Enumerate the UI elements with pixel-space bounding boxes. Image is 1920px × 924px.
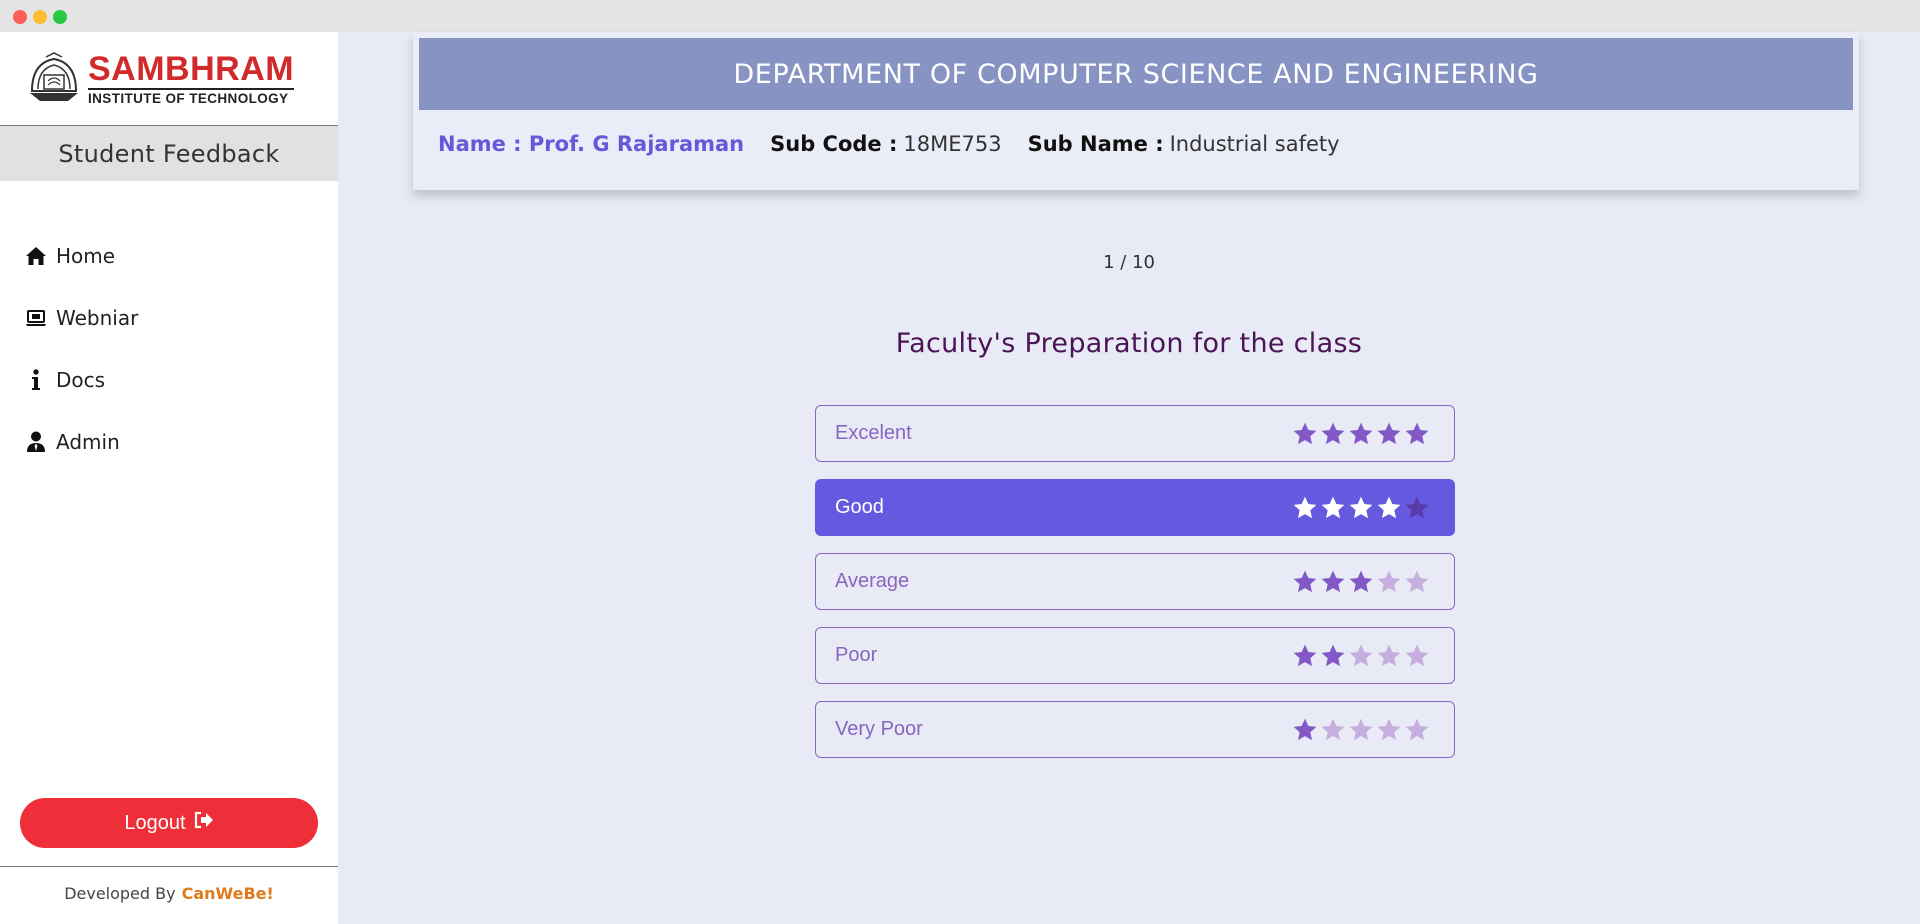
rating-option-average[interactable]: Average — [815, 553, 1455, 610]
rating-option-very-poor[interactable]: Very Poor — [815, 701, 1455, 758]
sub-name-label: Sub Name : — [1027, 132, 1164, 156]
star-filled-icon — [1321, 570, 1345, 592]
rating-option-label: Poor — [835, 644, 878, 666]
home-icon — [24, 244, 48, 268]
sub-name-value: Industrial safety — [1169, 132, 1340, 156]
subject-info-row: Name : Prof. G Rajaraman Sub Code : 18ME… — [438, 132, 1340, 156]
faculty-name: Name : Prof. G Rajaraman — [438, 132, 745, 156]
star-rating — [1292, 569, 1430, 595]
subject-header-card: DEPARTMENT OF COMPUTER SCIENCE AND ENGIN… — [413, 32, 1859, 190]
rating-option-label: Good — [835, 496, 884, 518]
star-filled-icon — [1405, 422, 1429, 444]
star-empty-icon — [1377, 570, 1401, 592]
rating-option-label: Very Poor — [835, 718, 923, 740]
star-filled-icon — [1377, 422, 1401, 444]
star-empty-icon — [1405, 496, 1429, 518]
question-text: Faculty's Preparation for the class — [895, 328, 1363, 359]
rating-option-label: Average — [835, 570, 910, 592]
star-filled-icon — [1377, 496, 1401, 518]
window-maximize-button[interactable] — [53, 10, 67, 24]
star-rating — [1292, 495, 1430, 521]
developer-credit: Developed By CanWeBe! — [0, 884, 338, 903]
star-empty-icon — [1321, 718, 1345, 740]
developer-brand-link[interactable]: CanWeBe! — [182, 884, 274, 903]
sidebar: SAMBHRAM INSTITUTE OF TECHNOLOGY Student… — [0, 32, 338, 924]
star-filled-icon — [1293, 718, 1317, 740]
logout-label: Logout — [124, 811, 186, 834]
rating-option-excelent[interactable]: Excelent — [815, 405, 1455, 462]
star-filled-icon — [1293, 644, 1317, 666]
sign-out-icon — [194, 811, 214, 835]
star-filled-icon — [1293, 570, 1317, 592]
rating-options: Excelent Good Average Poor Very Poor — [815, 405, 1455, 775]
sidebar-item-home[interactable]: Home — [0, 225, 338, 287]
sidebar-item-docs[interactable]: Docs — [0, 349, 338, 411]
rating-option-label: Excelent — [835, 422, 912, 444]
star-rating — [1292, 717, 1430, 743]
sidebar-title: Student Feedback — [0, 126, 338, 181]
laptop-icon — [24, 306, 48, 330]
star-filled-icon — [1321, 422, 1345, 444]
star-filled-icon — [1321, 644, 1345, 666]
star-filled-icon — [1321, 496, 1345, 518]
logo-main-text: SAMBHRAM — [88, 49, 295, 88]
star-empty-icon — [1349, 644, 1373, 666]
sidebar-nav: Home Webniar Docs Admin — [0, 225, 338, 473]
sub-code-label: Sub Code : — [770, 132, 898, 156]
window-minimize-button[interactable] — [33, 10, 47, 24]
sidebar-item-webniar[interactable]: Webniar — [0, 287, 338, 349]
department-title: DEPARTMENT OF COMPUTER SCIENCE AND ENGIN… — [419, 38, 1853, 110]
sidebar-item-label: Home — [56, 244, 116, 268]
star-filled-icon — [1349, 496, 1373, 518]
sidebar-item-admin[interactable]: Admin — [0, 411, 338, 473]
star-filled-icon — [1293, 422, 1317, 444]
star-empty-icon — [1405, 644, 1429, 666]
developer-credit-prefix: Developed By — [64, 884, 176, 903]
rating-option-poor[interactable]: Poor — [815, 627, 1455, 684]
footer-divider — [0, 866, 338, 867]
logo-sub-text: INSTITUTE OF TECHNOLOGY — [88, 87, 295, 106]
star-rating — [1292, 421, 1430, 447]
star-filled-icon — [1293, 496, 1317, 518]
institute-emblem-icon — [26, 51, 82, 107]
logout-button[interactable]: Logout — [20, 798, 318, 848]
rating-option-good[interactable]: Good — [815, 479, 1455, 536]
star-filled-icon — [1349, 570, 1373, 592]
star-empty-icon — [1377, 718, 1401, 740]
user-tie-icon — [24, 430, 48, 454]
window-close-button[interactable] — [13, 10, 27, 24]
sub-code-value: 18ME753 — [903, 132, 1002, 156]
institute-logo: SAMBHRAM INSTITUTE OF TECHNOLOGY — [0, 32, 338, 126]
main-content: DEPARTMENT OF COMPUTER SCIENCE AND ENGIN… — [338, 32, 1920, 924]
question-progress: 1 / 10 — [1103, 252, 1155, 273]
sidebar-item-label: Docs — [56, 368, 106, 392]
star-empty-icon — [1377, 644, 1401, 666]
star-rating — [1292, 643, 1430, 669]
sidebar-item-label: Webniar — [56, 306, 139, 330]
star-empty-icon — [1349, 718, 1373, 740]
star-empty-icon — [1405, 570, 1429, 592]
info-icon — [24, 368, 48, 392]
sidebar-item-label: Admin — [56, 430, 120, 454]
star-filled-icon — [1349, 422, 1373, 444]
star-empty-icon — [1405, 718, 1429, 740]
window-titlebar — [0, 0, 1920, 32]
